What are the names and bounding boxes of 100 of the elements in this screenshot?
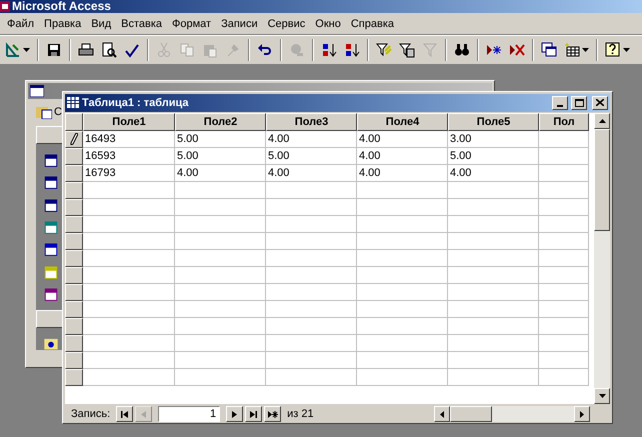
table-cell: 5.00: [448, 148, 539, 165]
toolbar-label: С: [54, 104, 62, 120]
scroll-thumb[interactable]: [594, 128, 610, 231]
column-header[interactable]: Поле2: [175, 112, 266, 131]
table-cell: [539, 318, 589, 335]
table-cell: 4.00: [266, 130, 357, 148]
help-icon: [605, 42, 621, 58]
pencil-icon: [70, 133, 78, 146]
table-cell: 4.00: [266, 164, 357, 182]
maximize-button[interactable]: [571, 96, 587, 110]
close-icon: [596, 99, 604, 106]
row-selector[interactable]: [65, 352, 83, 369]
table-cell: 16493: [83, 130, 175, 148]
design-ruler-icon: [5, 42, 21, 58]
next-record-button[interactable]: [226, 406, 244, 422]
funnel-icon: [422, 42, 438, 58]
column-header[interactable]: Пол: [539, 112, 589, 131]
record-label: Запись:: [71, 406, 110, 422]
sort-ascending-icon: [321, 42, 337, 58]
key-app-icon: [0, 1, 10, 12]
column-header[interactable]: Поле3: [266, 112, 357, 131]
menu-item[interactable]: Правка: [39, 15, 86, 33]
row-selector[interactable]: [65, 148, 83, 165]
table-cell: [539, 266, 589, 284]
object-type-icon: [44, 176, 58, 190]
row-selector[interactable]: [65, 164, 83, 182]
vertical-scrollbar[interactable]: [594, 112, 610, 404]
table-cell: 16593: [83, 148, 175, 165]
table-cell: 5.00: [266, 148, 357, 165]
clipboard-icon: [202, 42, 218, 58]
table-cell: 4.00: [448, 164, 539, 182]
binoculars-icon: [454, 42, 470, 58]
row-selector[interactable]: [65, 334, 83, 352]
funnel-icon: [376, 42, 392, 58]
magnifier-page-icon: [101, 42, 117, 58]
table-cell: [539, 334, 589, 352]
table-cell: [539, 284, 589, 301]
next-icon: [232, 410, 238, 418]
minimize-button[interactable]: [552, 96, 568, 110]
column-header[interactable]: Поле4: [357, 112, 448, 131]
first-icon: [121, 410, 128, 418]
object-type-icon: [44, 198, 58, 212]
menu-item[interactable]: Вид: [86, 15, 116, 33]
row-selector[interactable]: [65, 198, 83, 216]
row-selector[interactable]: [65, 232, 83, 250]
row-selector[interactable]: [65, 130, 83, 148]
record-number-field[interactable]: 1: [158, 406, 220, 422]
horizontal-scrollbar[interactable]: [434, 406, 590, 422]
new-record-icon: [268, 410, 278, 418]
row-selector[interactable]: [65, 368, 83, 386]
table-cell: [539, 182, 589, 199]
column-header[interactable]: Поле1: [83, 112, 175, 131]
table-icon: [67, 97, 79, 108]
menu-item[interactable]: Формат: [167, 15, 216, 33]
table-cell: [539, 148, 589, 165]
object-type-icon: [44, 243, 58, 257]
new-record-icon: [486, 42, 502, 58]
checkmark-icon: [124, 42, 140, 58]
scroll-right-button[interactable]: [574, 406, 590, 422]
up-arrow-icon: [598, 118, 606, 123]
row-selector[interactable]: [65, 284, 83, 301]
table-cell: [539, 216, 589, 233]
new-record-button[interactable]: [264, 406, 282, 422]
row-selector[interactable]: [65, 266, 83, 284]
table-cell: 5.00: [175, 130, 266, 148]
menu-item[interactable]: Справка: [346, 15, 399, 33]
table-cell: 5.00: [175, 148, 266, 165]
menu-item[interactable]: Файл: [2, 15, 40, 33]
menu-item[interactable]: Вставка: [116, 15, 168, 33]
menu-item[interactable]: Сервис: [262, 15, 310, 33]
scroll-thumb[interactable]: [450, 406, 492, 422]
globe-link-icon: [289, 42, 305, 58]
row-selector[interactable]: [65, 216, 83, 233]
menu-item[interactable]: Окно: [310, 15, 346, 33]
table-cell: [539, 250, 589, 267]
object-type-icon: [44, 288, 58, 302]
scroll-left-button[interactable]: [434, 406, 450, 422]
table-cell: [539, 198, 589, 216]
table-cell: 4.00: [357, 148, 448, 165]
table-cell: 4.00: [175, 164, 266, 182]
app-title: Microsoft Access: [12, 0, 111, 13]
last-record-button[interactable]: [245, 406, 262, 422]
row-selector[interactable]: [65, 182, 83, 199]
corner-cell: [65, 112, 83, 131]
close-button[interactable]: [592, 96, 608, 110]
scroll-up-button[interactable]: [594, 112, 610, 129]
table-cell: 4.00: [357, 130, 448, 148]
table-cell: [539, 300, 589, 318]
undo-arrow-icon: [257, 42, 273, 58]
row-selector[interactable]: [65, 300, 83, 318]
column-header[interactable]: Поле5: [448, 112, 539, 131]
scissors-icon: [156, 42, 172, 58]
scroll-down-button[interactable]: [594, 388, 610, 404]
table-cell: 4.00: [357, 164, 448, 182]
menu-item[interactable]: Записи: [216, 15, 263, 33]
row-selector[interactable]: [65, 250, 83, 267]
first-record-button[interactable]: [116, 406, 134, 422]
minimize-icon: [557, 104, 563, 107]
row-selector[interactable]: [65, 318, 83, 335]
table-cell: [539, 164, 589, 182]
